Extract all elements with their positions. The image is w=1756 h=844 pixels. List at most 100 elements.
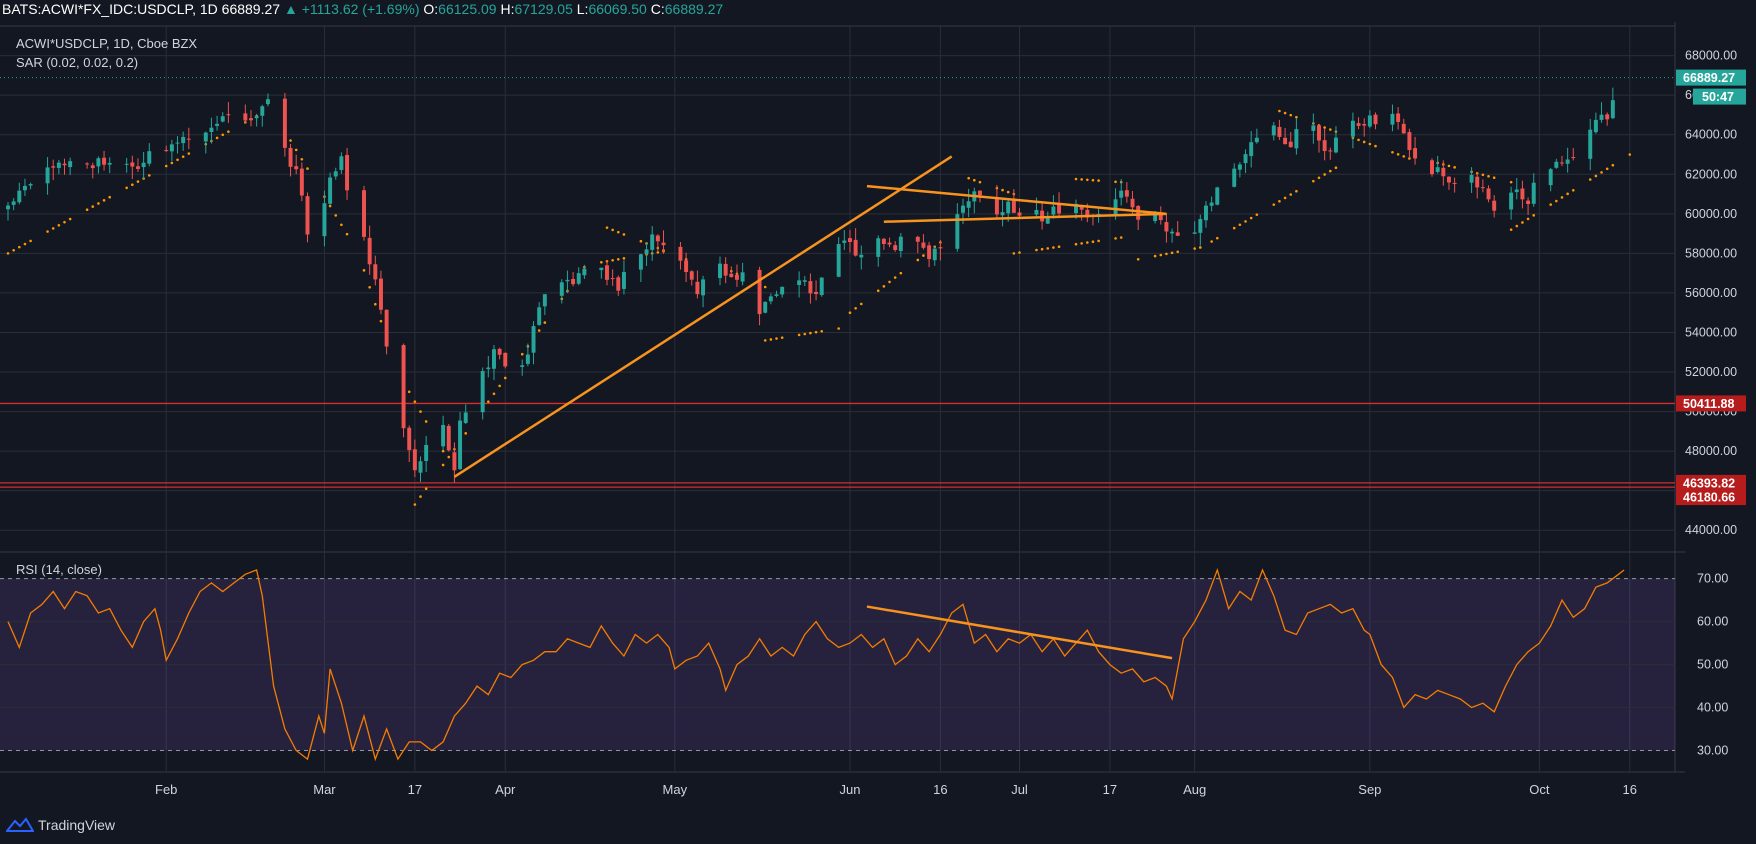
sar-legend[interactable]: SAR (0.02, 0.02, 0.2) <box>16 55 138 70</box>
candle-body <box>1571 157 1576 159</box>
candle-body <box>1350 120 1355 137</box>
sar-dot <box>922 254 925 257</box>
candle-body <box>814 291 819 295</box>
candle-body <box>1198 219 1203 233</box>
sar-dot <box>1215 236 1219 240</box>
rsi-legend[interactable]: RSI (14, close) <box>16 562 102 577</box>
sar-dot <box>108 195 112 199</box>
candle-body <box>537 307 542 325</box>
sar-dot <box>809 331 812 335</box>
sar-dot <box>1074 177 1078 181</box>
candle-body <box>1017 212 1022 216</box>
sar-dot <box>616 258 620 261</box>
candle-body <box>463 412 468 423</box>
sar-dot <box>1289 193 1293 196</box>
sar-dot <box>379 319 383 323</box>
trend-lines[interactable] <box>453 155 1167 478</box>
price-tick-label: 60000.00 <box>1685 207 1737 221</box>
time-tick-label: Sep <box>1358 782 1381 797</box>
candle-body <box>542 294 547 307</box>
sar-dot <box>1402 155 1406 158</box>
candle-body <box>107 162 112 165</box>
sar-dot <box>441 463 445 467</box>
price-tick-label: 44000.00 <box>1685 523 1737 537</box>
sar-dot <box>1323 173 1326 176</box>
candle-body <box>249 118 253 121</box>
candle-body <box>1164 222 1169 232</box>
sar-dot <box>1295 189 1298 193</box>
candle-body <box>1441 167 1446 177</box>
candle-body <box>1311 125 1316 131</box>
candle-body <box>1480 187 1485 189</box>
candle-body <box>1554 161 1559 168</box>
sar-dot <box>1594 174 1598 178</box>
candle-body <box>265 99 270 104</box>
candle-body <box>45 167 50 184</box>
support-lines <box>0 77 1675 488</box>
candle-body <box>723 263 728 276</box>
sar-dot <box>492 392 496 396</box>
candle-body <box>1170 231 1175 234</box>
candle-body <box>1588 129 1593 159</box>
candle-body <box>859 254 864 258</box>
price-tick-label: 54000.00 <box>1685 325 1737 339</box>
sar-dot <box>1357 138 1360 142</box>
sar-dot <box>820 329 824 333</box>
sar-dot <box>131 183 134 187</box>
candle-body <box>655 235 660 242</box>
candle-body <box>1599 114 1604 120</box>
candle-body <box>345 154 350 191</box>
sar-dot <box>164 164 168 168</box>
candle-body <box>288 147 293 167</box>
sar-dot <box>1605 167 1609 171</box>
sar-dot <box>769 338 773 341</box>
candle-body <box>102 157 107 165</box>
sar-dot <box>1481 173 1485 177</box>
candle-body <box>124 163 129 165</box>
price-chart[interactable]: 44000.0046000.0048000.0050000.0052000.00… <box>0 0 1756 844</box>
candle-body <box>367 237 372 265</box>
sar-dot <box>1328 128 1332 131</box>
time-axis[interactable]: Feb Mar 17 Apr May Jun 16 Jul 17 Aug Sep Oct 16 <box>155 782 1637 797</box>
rsi-tick-label: 70.00 <box>1697 572 1728 586</box>
candle-body <box>1034 209 1039 215</box>
candle-body <box>175 142 180 144</box>
sar-dot <box>1521 221 1524 224</box>
candle-body <box>480 371 485 413</box>
sar-dot <box>1040 247 1044 251</box>
candle-body <box>520 365 525 367</box>
candle-body <box>446 425 451 451</box>
candle-body <box>458 420 463 470</box>
candle-body <box>503 352 508 367</box>
candle-body <box>51 166 56 168</box>
candle-body <box>1514 189 1519 193</box>
candle-body <box>203 132 208 142</box>
sar-dot <box>1057 245 1061 249</box>
sar-dot <box>1323 126 1326 129</box>
time-tick-label: 16 <box>1623 782 1637 797</box>
price-axis[interactable]: 44000.0046000.0048000.0050000.0052000.00… <box>1676 49 1746 758</box>
candle-body <box>1333 137 1338 153</box>
sar-dot <box>46 230 49 233</box>
tradingview-logo-icon[interactable] <box>6 817 34 833</box>
candle-body <box>1469 174 1474 183</box>
brand-name[interactable]: TradingView <box>38 817 115 833</box>
candle-body <box>1560 162 1564 164</box>
sar-dot <box>1210 240 1213 243</box>
candle-body <box>1317 125 1321 141</box>
sar-dot <box>1566 192 1569 196</box>
sar-dot <box>972 178 976 182</box>
candle-body <box>412 449 417 471</box>
candle-body <box>1254 137 1259 143</box>
support-badge: 46393.82 <box>1683 476 1735 490</box>
candle-body <box>740 272 745 282</box>
candle-body <box>661 242 666 246</box>
candle-body <box>1119 190 1124 198</box>
candle-body <box>684 260 689 273</box>
candle-body <box>1113 199 1118 216</box>
sar-dot <box>1272 203 1276 206</box>
main-legend[interactable]: ACWI*USDCLP, 1D, Cboe BZX <box>16 36 197 51</box>
sar-dot <box>1492 176 1496 180</box>
candle-body <box>915 236 920 242</box>
candle-body <box>486 367 491 370</box>
